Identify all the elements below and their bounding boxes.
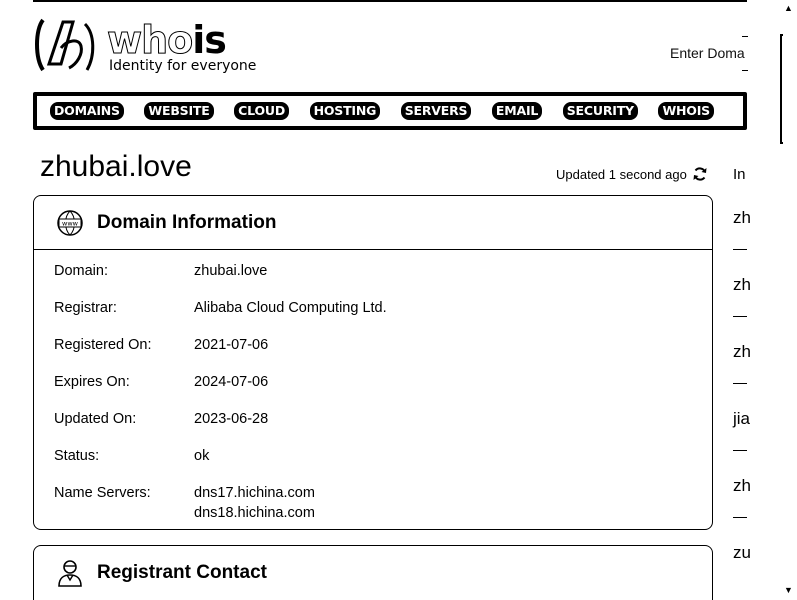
nav-security[interactable]: SECURITY (562, 102, 638, 120)
nav-hosting[interactable]: HOSTING (309, 102, 381, 120)
nav-servers[interactable]: SERVERS (400, 102, 472, 120)
divider (733, 316, 747, 317)
divider (742, 36, 748, 37)
sidebar-link[interactable]: zh (733, 342, 751, 362)
name-server: dns18.hichina.com (194, 505, 315, 521)
registrant-contact-card: Registrant Contact (33, 545, 713, 600)
nav-cloud[interactable]: CLOUD (234, 102, 290, 120)
row-value: 2021-07-06 (194, 337, 269, 353)
card-title: Domain Information (97, 211, 277, 233)
card-title: Registrant Contact (97, 562, 267, 583)
info-row-registrar: Registrar: Alibaba Cloud Computing Ltd. (54, 298, 712, 318)
person-icon (56, 559, 84, 587)
row-value: ok (194, 448, 210, 464)
info-row-expires-on: Expires On: 2024-07-06 (54, 372, 712, 392)
main-nav: DOMAINS WEBSITE CLOUD HOSTING SERVERS EM… (33, 92, 747, 130)
divider (733, 450, 747, 451)
nav-website[interactable]: WEBSITE (144, 102, 214, 120)
site-logo[interactable]: whois Identity for everyone (33, 14, 263, 78)
nav-domains[interactable]: DOMAINS (50, 102, 124, 120)
refresh-icon[interactable] (692, 166, 708, 182)
card-header: Registrant Contact (34, 546, 712, 600)
logo-word-prefix: who (106, 18, 193, 62)
search-button-edge[interactable] (780, 34, 783, 144)
nav-whois[interactable]: WHOIS (658, 102, 714, 120)
www-globe-icon: www (56, 209, 84, 237)
domain-search-input[interactable]: Enter Doma (670, 45, 747, 61)
row-label: Status: (54, 448, 100, 464)
updated-status: Updated 1 second ago (556, 166, 708, 182)
info-row-domain: Domain: zhubai.love (54, 261, 712, 281)
row-value: 2023-06-28 (194, 411, 269, 427)
row-label: Expires On: (54, 374, 130, 390)
info-row-updated-on: Updated On: 2023-06-28 (54, 409, 712, 429)
logo-word-suffix: is (192, 18, 227, 62)
scroll-up-icon[interactable]: ▲ (784, 3, 793, 13)
divider (733, 383, 747, 384)
logo-tagline: Identity for everyone (109, 58, 257, 74)
svg-text:www: www (62, 219, 79, 227)
name-server: dns17.hichina.com (194, 485, 315, 501)
row-value: Alibaba Cloud Computing Ltd. (194, 300, 387, 316)
row-value: 2024-07-06 (194, 374, 269, 390)
divider (742, 70, 748, 71)
nav-email[interactable]: EMAIL (491, 102, 543, 120)
sidebar-link[interactable]: zu (733, 543, 751, 563)
sidebar-link[interactable]: zh (733, 275, 751, 295)
domain-info-list: Domain: zhubai.love Registrar: Alibaba C… (34, 250, 712, 523)
sidebar-link[interactable]: zh (733, 476, 751, 496)
top-border (33, 0, 747, 2)
divider (733, 517, 747, 518)
row-label: Name Servers: (54, 485, 151, 501)
row-value: zhubai.love (194, 263, 268, 279)
info-row-registered-on: Registered On: 2021-07-06 (54, 335, 712, 355)
row-value: dns17.hichina.com dns18.hichina.com (194, 483, 712, 523)
page-title: zhubai.love (40, 150, 192, 183)
row-label: Registrar: (54, 300, 117, 316)
row-label: Updated On: (54, 411, 137, 427)
sidebar-heading: In (733, 166, 746, 183)
updated-text: Updated 1 second ago (556, 166, 687, 182)
card-header: www Domain Information (34, 196, 712, 250)
domain-info-card: www Domain Information Domain: zhubai.lo… (33, 195, 713, 530)
sidebar-link[interactable]: jia (733, 409, 750, 429)
row-label: Registered On: (54, 337, 152, 353)
info-row-name-servers: Name Servers: dns17.hichina.com dns18.hi… (54, 483, 712, 523)
row-label: Domain: (54, 263, 108, 279)
scroll-down-icon[interactable]: ▼ (784, 585, 793, 595)
logo-wordmark: whois (106, 18, 227, 62)
logo-mark-icon (35, 18, 95, 72)
sidebar-link[interactable]: zh (733, 208, 751, 228)
info-row-status: Status: ok (54, 446, 712, 466)
divider (733, 249, 747, 250)
